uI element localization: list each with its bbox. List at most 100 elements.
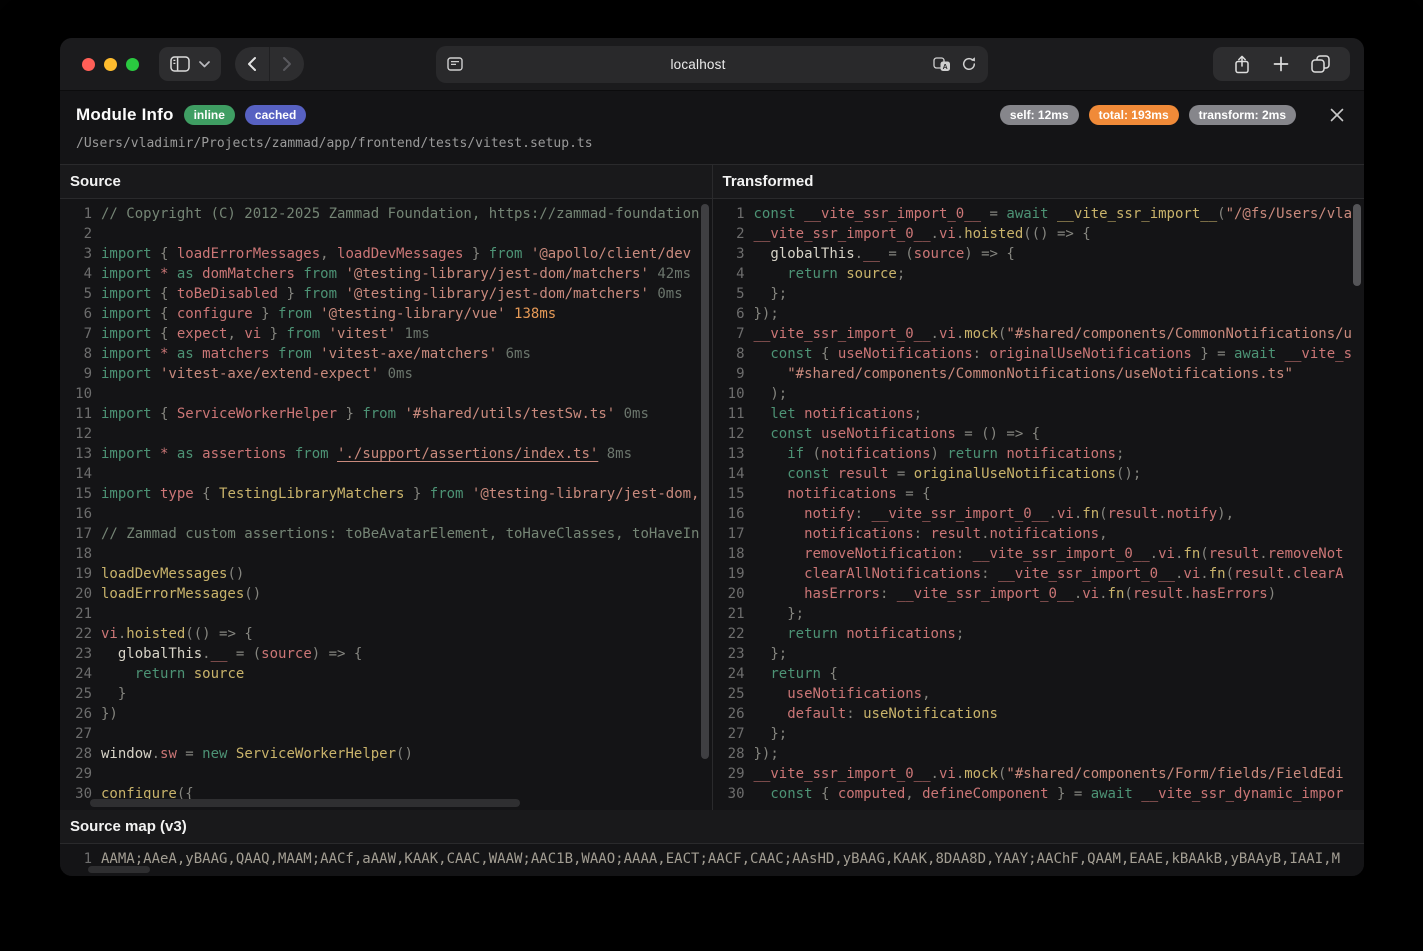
- line-number: 18: [60, 544, 92, 564]
- code-line: 15import type { TestingLibraryMatchers }…: [60, 484, 712, 504]
- line-number: 23: [713, 644, 745, 664]
- code-text: }): [101, 704, 118, 724]
- code-line: 20 hasErrors: __vite_ssr_import_0__.vi.f…: [713, 584, 1365, 604]
- code-text: loadDevMessages(): [101, 564, 244, 584]
- zoom-window-button[interactable]: [126, 58, 139, 71]
- code-line: 13import * as assertions from './support…: [60, 444, 712, 464]
- sidebar-toggle-group[interactable]: [159, 47, 221, 81]
- close-window-button[interactable]: [82, 58, 95, 71]
- code-line: 4import * as domMatchers from '@testing-…: [60, 264, 712, 284]
- code-line: 30 const { computed, defineComponent } =…: [713, 784, 1365, 804]
- code-text: import type { TestingLibraryMatchers } f…: [101, 484, 700, 504]
- code-line: 18: [60, 544, 712, 564]
- code-line: 3import { loadErrorMessages, loadDevMess…: [60, 244, 712, 264]
- source-panel: Source 1// Copyright (C) 2012-2025 Zamma…: [60, 165, 712, 810]
- sourcemap-horizontal-scrollbar[interactable]: [88, 866, 150, 873]
- line-number: 10: [713, 384, 745, 404]
- code-line: 19 clearAllNotifications: __vite_ssr_imp…: [713, 564, 1365, 584]
- share-icon[interactable]: [1233, 55, 1251, 74]
- line-number: 30: [713, 784, 745, 804]
- code-line: 6});: [713, 304, 1365, 324]
- source-vertical-scrollbar[interactable]: [701, 204, 709, 759]
- code-text: AAMA;AAeA,yBAAG,QAAQ,MAAM;AACf,aAAW,KAAK…: [101, 849, 1340, 869]
- close-icon[interactable]: [1326, 104, 1348, 126]
- line-number: 24: [60, 664, 92, 684]
- transformed-panel: Transformed 1const __vite_ssr_import_0__…: [712, 165, 1365, 810]
- code-line: 9 "#shared/components/CommonNotification…: [713, 364, 1365, 384]
- code-text: import { configure } from '@testing-libr…: [101, 304, 556, 324]
- new-tab-icon[interactable]: [1273, 56, 1289, 72]
- back-button[interactable]: [235, 47, 269, 81]
- code-line: 4 return source;: [713, 264, 1365, 284]
- line-number: 5: [713, 284, 745, 304]
- code-text: };: [754, 644, 788, 664]
- code-text: });: [754, 744, 779, 764]
- source-horizontal-scrollbar[interactable]: [90, 799, 520, 807]
- code-text: return {: [754, 664, 838, 684]
- line-number: 28: [713, 744, 745, 764]
- page-format-icon[interactable]: [447, 57, 463, 71]
- line-number: 19: [60, 564, 92, 584]
- line-number: 15: [713, 484, 745, 504]
- code-text: vi.hoisted(() => {: [101, 624, 253, 644]
- transformed-code[interactable]: 1const __vite_ssr_import_0__ = await __v…: [713, 199, 1365, 810]
- line-number: 8: [713, 344, 745, 364]
- code-text: notifications: result.notifications,: [754, 524, 1108, 544]
- line-number: 29: [60, 764, 92, 784]
- code-text: import * as matchers from 'vitest-axe/ma…: [101, 344, 531, 364]
- code-line: 20loadErrorMessages(): [60, 584, 712, 604]
- code-line: 2: [60, 224, 712, 244]
- minimize-window-button[interactable]: [104, 58, 117, 71]
- code-line: 8 const { useNotifications: originalUseN…: [713, 344, 1365, 364]
- line-number: 29: [713, 764, 745, 784]
- line-number: 10: [60, 384, 92, 404]
- forward-button[interactable]: [270, 47, 304, 81]
- translate-icon[interactable]: A: [933, 57, 951, 72]
- line-number: 7: [60, 324, 92, 344]
- address-bar[interactable]: localhost A: [436, 46, 988, 83]
- code-text: };: [754, 284, 788, 304]
- line-number: 6: [713, 304, 745, 324]
- desktop: { "browser": { "address": "localhost" },…: [0, 0, 1423, 951]
- line-number: 11: [60, 404, 92, 424]
- line-number: 3: [713, 244, 745, 264]
- code-text: // Zammad custom assertions: toBeAvatarE…: [101, 524, 699, 544]
- url-text[interactable]: localhost: [463, 57, 933, 72]
- code-text: window.sw = new ServiceWorkerHelper(): [101, 744, 413, 764]
- sourcemap-code[interactable]: 1AAMA;AAeA,yBAAG,QAAQ,MAAM;AACf,aAAW,KAA…: [60, 844, 1364, 876]
- line-number: 16: [713, 504, 745, 524]
- code-line: 5 };: [713, 284, 1365, 304]
- timing-badges: self: 12mstotal: 193mstransform: 2ms: [1000, 105, 1296, 125]
- code-line: 24 return {: [713, 664, 1365, 684]
- code-text: return source: [101, 664, 244, 684]
- code-text: // Copyright (C) 2012-2025 Zammad Founda…: [101, 204, 699, 224]
- reload-icon[interactable]: [961, 56, 977, 72]
- code-text: import 'vitest-axe/extend-expect' 0ms: [101, 364, 413, 384]
- code-text: clearAllNotifications: __vite_ssr_import…: [754, 564, 1344, 584]
- code-text: import { expect, vi } from 'vitest' 1ms: [101, 324, 430, 344]
- code-line: 7__vite_ssr_import_0__.vi.mock("#shared/…: [713, 324, 1365, 344]
- code-line: 6import { configure } from '@testing-lib…: [60, 304, 712, 324]
- code-line: 14 const result = originalUseNotificatio…: [713, 464, 1365, 484]
- code-line: 26 default: useNotifications: [713, 704, 1365, 724]
- code-text: __vite_ssr_import_0__.vi.hoisted(() => {: [754, 224, 1091, 244]
- line-number: 22: [713, 624, 745, 644]
- code-line: 19 loadDevMessages(): [60, 564, 712, 584]
- source-code[interactable]: 1// Copyright (C) 2012-2025 Zammad Found…: [60, 199, 712, 810]
- code-line: 27: [60, 724, 712, 744]
- code-text: import { toBeDisabled } from '@testing-l…: [101, 284, 683, 304]
- line-number: 28: [60, 744, 92, 764]
- transformed-vertical-scrollbar[interactable]: [1353, 204, 1361, 286]
- line-number: 13: [60, 444, 92, 464]
- code-text: });: [754, 304, 779, 324]
- chevron-down-icon[interactable]: [199, 61, 210, 68]
- line-number: 20: [60, 584, 92, 604]
- line-number: 26: [713, 704, 745, 724]
- code-line: 17// Zammad custom assertions: toBeAvata…: [60, 524, 712, 544]
- tab-overview-icon[interactable]: [1311, 55, 1330, 73]
- sidebar-icon[interactable]: [170, 56, 190, 72]
- line-number: 12: [60, 424, 92, 444]
- code-line: 21: [60, 604, 712, 624]
- line-number: 25: [60, 684, 92, 704]
- code-line: 28 window.sw = new ServiceWorkerHelper(): [60, 744, 712, 764]
